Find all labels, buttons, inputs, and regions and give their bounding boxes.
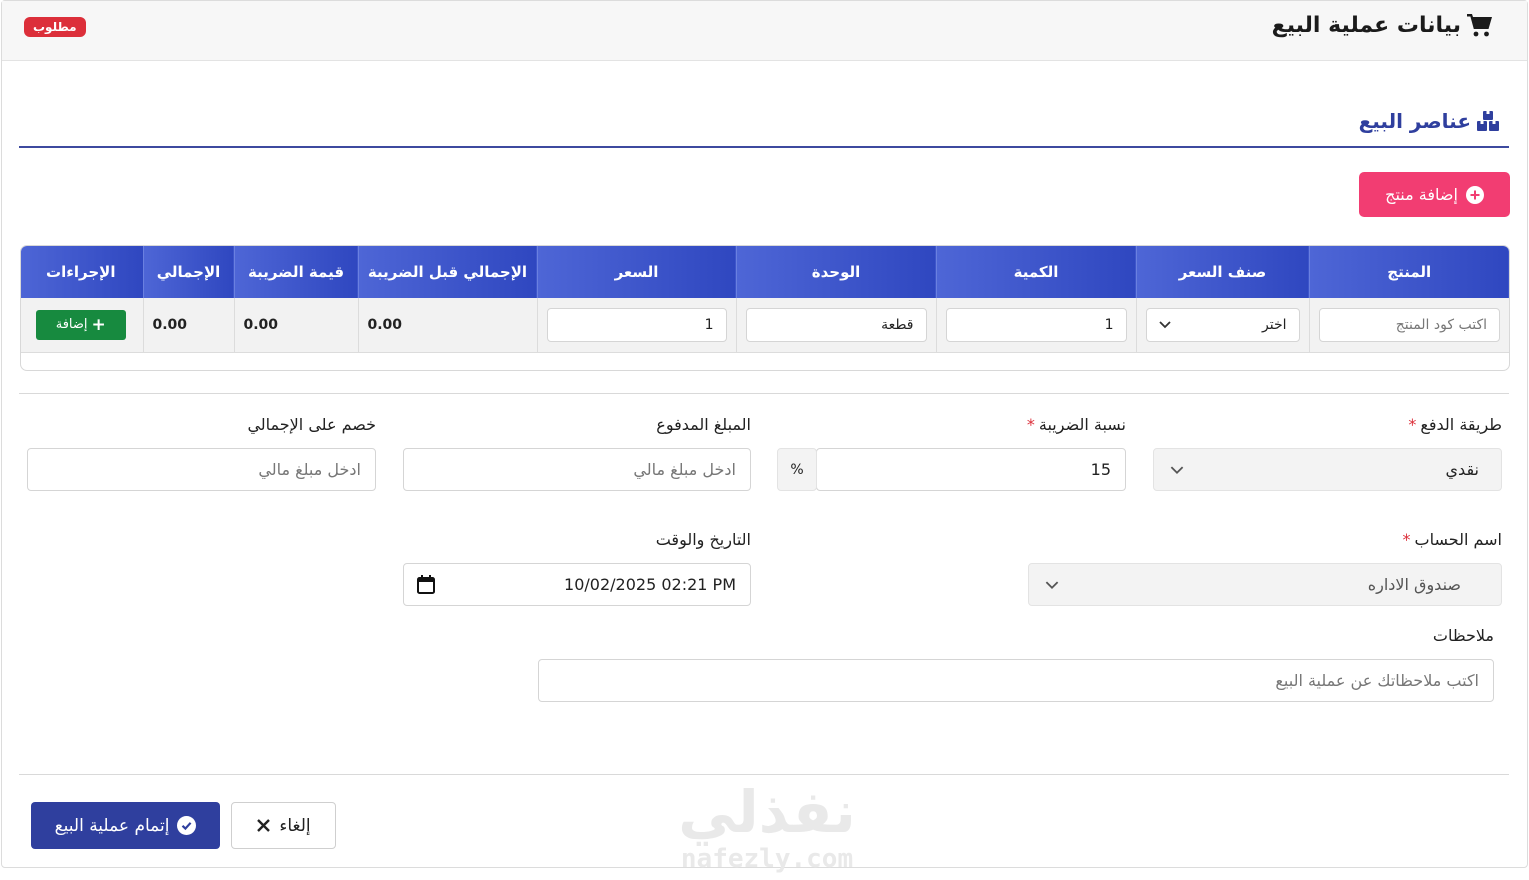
card-header: بيانات عملية البيع مطلوب	[2, 1, 1527, 61]
cell-product: اكتب كود المنتج	[1308, 298, 1509, 353]
product-code-input[interactable]: اكتب كود المنتج	[1318, 307, 1500, 342]
cart-icon	[1467, 13, 1492, 36]
required-star: *	[1408, 415, 1417, 434]
chevron-down-icon	[1170, 466, 1184, 475]
chevron-down-icon	[1158, 321, 1171, 329]
col-header-price: السعر	[536, 246, 736, 298]
paid-amount-label: المبلغ المدفوع	[656, 415, 751, 434]
col-header-product: المنتج	[1308, 246, 1509, 298]
notes-placeholder: اكتب ملاحظاتك عن عملية البيع	[1275, 671, 1479, 690]
payment-method-label-text: طريقة الدفع	[1420, 415, 1502, 434]
percent-sign: %	[790, 461, 804, 478]
price-type-select[interactable]: اختر	[1145, 307, 1300, 342]
notes-input[interactable]: اكتب ملاحظاتك عن عملية البيع	[538, 659, 1494, 702]
cell-total: 0.00	[142, 298, 234, 353]
discount-label: خصم على الإجمالي	[247, 415, 376, 434]
cancel-label: إلغاء	[279, 815, 311, 836]
table-header-row: المنتج صنف السعر الكمية الوحدة السعر الإ…	[21, 246, 1509, 298]
col-header-actions: الإجراءات	[21, 246, 143, 298]
calendar-icon[interactable]	[417, 575, 435, 594]
complete-sale-label: إتمام عملية البيع	[54, 815, 170, 836]
cell-price: 1	[536, 298, 736, 353]
add-product-label: إضافة منتج	[1385, 185, 1458, 204]
col-header-price-type: صنف السعر	[1135, 246, 1309, 298]
chevron-down-icon	[1045, 581, 1059, 590]
page-title-text: بيانات عملية البيع	[1271, 13, 1461, 38]
add-row-button[interactable]: + إضافة	[35, 309, 126, 340]
tax-rate-label: نسبة الضريبة*	[1027, 415, 1126, 434]
plus-circle-icon	[1465, 185, 1484, 204]
payment-method-select[interactable]: نقدي	[1153, 448, 1502, 491]
sale-items-table: المنتج صنف السعر الكمية الوحدة السعر الإ…	[20, 245, 1510, 371]
table-row: اكتب كود المنتج اختر 1 قطعة 1 0.00 0.00 …	[21, 298, 1509, 353]
page-title: بيانات عملية البيع	[1272, 13, 1493, 38]
section-title: عناصر البيع	[1359, 109, 1499, 133]
cell-quantity: 1	[935, 298, 1136, 353]
quantity-value: 1	[1104, 316, 1114, 333]
sale-form-card: بيانات عملية البيع مطلوب عناصر البيع	[1, 0, 1528, 868]
price-value: 1	[704, 316, 714, 333]
price-type-value: اختر	[1262, 316, 1287, 333]
discount-placeholder: ادخل مبلغ مالي	[258, 460, 361, 479]
price-input[interactable]: 1	[546, 307, 727, 342]
datetime-input[interactable]: 10/02/2025 02:21 PM	[403, 563, 751, 606]
unit-value: قطعة	[881, 316, 914, 333]
account-name-value: صندوق الاداره	[1367, 575, 1461, 594]
quantity-input[interactable]: 1	[945, 307, 1127, 342]
cancel-button[interactable]: إلغاء	[231, 802, 336, 849]
add-row-label: إضافة	[55, 317, 88, 333]
footer-divider	[19, 774, 1509, 775]
paid-amount-placeholder: ادخل مبلغ مالي	[633, 460, 736, 479]
section-divider	[19, 146, 1509, 148]
cell-price-type: اختر	[1135, 298, 1309, 353]
tax-rate-value: 15	[1090, 460, 1111, 479]
section-title-text: عناصر البيع	[1358, 109, 1471, 133]
required-badge: مطلوب	[24, 17, 86, 37]
form-divider	[19, 393, 1509, 394]
notes-label: ملاحظات	[1432, 626, 1494, 645]
cell-subtotal: 0.00	[357, 298, 537, 353]
product-code-placeholder: اكتب كود المنتج	[1395, 316, 1487, 333]
cell-unit: قطعة	[735, 298, 936, 353]
paid-amount-input[interactable]: ادخل مبلغ مالي	[403, 448, 751, 491]
tax-rate-input[interactable]: 15	[816, 448, 1126, 491]
cell-actions: + إضافة	[21, 298, 143, 353]
datetime-value: 10/02/2025 02:21 PM	[564, 575, 736, 594]
check-circle-icon	[177, 816, 197, 835]
boxes-icon	[1477, 111, 1499, 131]
payment-method-value: نقدي	[1445, 460, 1479, 479]
add-product-button[interactable]: إضافة منتج	[1359, 172, 1510, 217]
unit-input[interactable]: قطعة	[745, 307, 927, 342]
account-name-select[interactable]: صندوق الاداره	[1028, 563, 1502, 606]
account-name-label-text: اسم الحساب	[1414, 530, 1502, 549]
close-icon	[257, 819, 271, 832]
payment-method-label: طريقة الدفع*	[1408, 415, 1502, 434]
col-header-total: الإجمالي	[142, 246, 234, 298]
account-name-label: اسم الحساب*	[1403, 530, 1502, 549]
col-header-unit: الوحدة	[735, 246, 936, 298]
complete-sale-button[interactable]: إتمام عملية البيع	[31, 802, 220, 849]
col-header-quantity: الكمية	[935, 246, 1136, 298]
plus-icon: +	[91, 314, 106, 335]
tax-rate-label-text: نسبة الضريبة	[1038, 415, 1126, 434]
cell-tax-value: 0.00	[233, 298, 358, 353]
percent-addon: %	[777, 448, 817, 491]
discount-input[interactable]: ادخل مبلغ مالي	[27, 448, 376, 491]
col-header-subtotal: الإجمالي قبل الضريبة	[357, 246, 537, 298]
required-star: *	[1026, 415, 1035, 434]
required-star: *	[1402, 530, 1411, 549]
col-header-tax-value: قيمة الضريبة	[233, 246, 358, 298]
datetime-label: التاريخ والوقت	[655, 530, 751, 549]
